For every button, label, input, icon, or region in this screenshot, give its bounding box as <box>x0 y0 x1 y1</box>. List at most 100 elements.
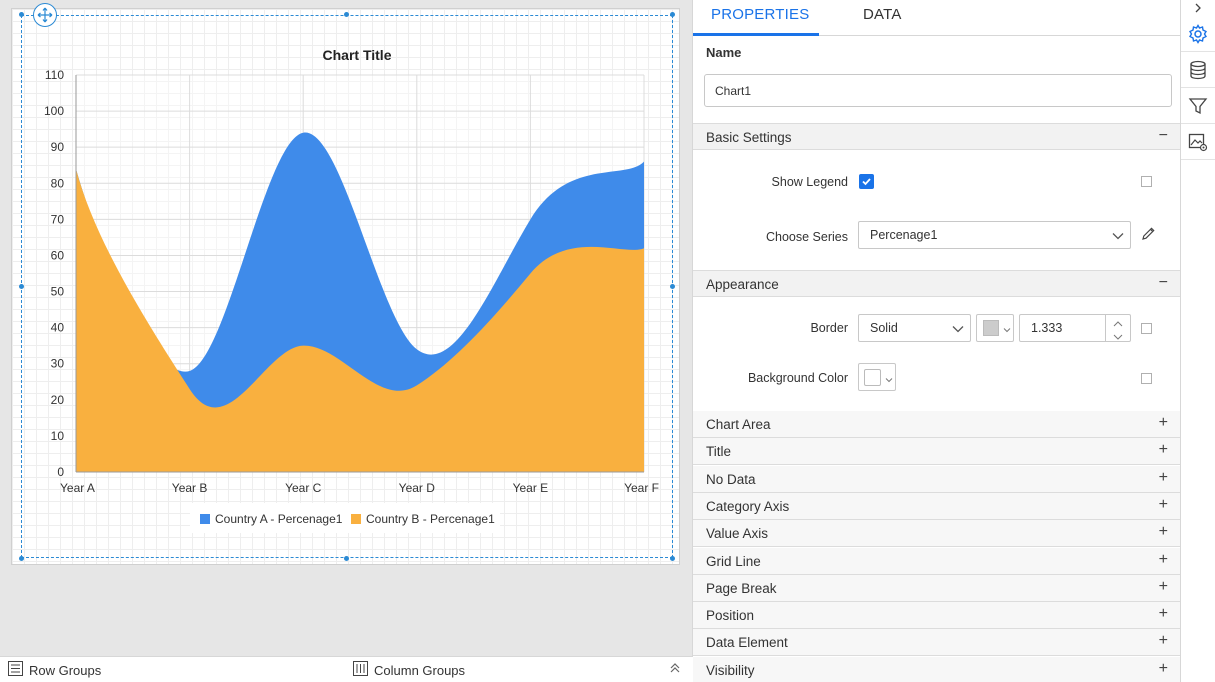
resize-handle-s[interactable] <box>344 556 349 561</box>
y-tick-label: 60 <box>51 248 65 262</box>
section-label: Position <box>706 608 755 624</box>
database-icon[interactable] <box>1181 52 1215 88</box>
expand-icon[interactable]: + <box>1159 551 1168 569</box>
x-tick-label: Year F <box>624 481 659 495</box>
section-label: Category Axis <box>706 498 790 514</box>
section-label: Value Axis <box>706 526 769 542</box>
edit-series-pencil-icon[interactable] <box>1141 226 1156 244</box>
expand-icon[interactable]: + <box>1159 496 1168 514</box>
border-reset-checkbox[interactable] <box>1141 323 1152 334</box>
expand-icon[interactable]: + <box>1159 523 1168 541</box>
image-settings-icon[interactable] <box>1181 124 1215 160</box>
y-tick-label: 20 <box>51 393 65 407</box>
x-tick-label: Year E <box>513 481 549 495</box>
column-groups-button[interactable]: Column Groups <box>353 661 465 679</box>
chevron-down-icon[interactable] <box>1113 330 1123 344</box>
section-label: Data Element <box>706 635 788 651</box>
legend-label: Country B - Percenage1 <box>366 512 495 526</box>
border-width-value: 1.333 <box>1031 321 1063 335</box>
chevron-down-icon <box>1003 323 1011 337</box>
section-category-axis[interactable]: Category Axis + <box>693 492 1180 520</box>
gear-icon[interactable] <box>1181 16 1215 52</box>
row-groups-button[interactable]: Row Groups <box>8 661 101 679</box>
name-input[interactable] <box>704 74 1172 107</box>
panel-tabs: PROPERTIES DATA <box>693 0 1180 36</box>
column-groups-label: Column Groups <box>374 662 466 678</box>
section-label: No Data <box>706 471 756 487</box>
expand-icon[interactable]: + <box>1159 632 1168 650</box>
resize-handle-se[interactable] <box>670 556 675 561</box>
choose-series-dropdown[interactable]: Percenage1 <box>858 221 1131 249</box>
icon-rail <box>1181 0 1215 682</box>
choose-series-value: Percenage1 <box>870 228 938 242</box>
y-tick-label: 110 <box>45 68 64 82</box>
background-color-swatch <box>864 369 881 386</box>
section-data-element[interactable]: Data Element + <box>693 629 1180 657</box>
stepper-buttons <box>1105 315 1130 341</box>
section-label: Title <box>706 444 732 460</box>
chart[interactable]: Chart Title 0 10 20 30 40 50 60 70 80 90 100 110 Yea… <box>22 16 672 556</box>
section-grid-line[interactable]: Grid Line + <box>693 547 1180 575</box>
section-label: Chart Area <box>706 417 771 432</box>
expand-icon[interactable]: + <box>1159 441 1168 459</box>
expand-icon[interactable]: + <box>1159 469 1168 487</box>
x-tick-label: Year D <box>399 481 436 495</box>
chart-legend: Country A - Percenage1 Country B - Percen… <box>190 503 500 533</box>
chevron-up-icon[interactable] <box>1113 317 1123 331</box>
row-groups-icon <box>8 661 23 679</box>
x-tick-label: Year B <box>172 481 208 495</box>
legend-swatch <box>351 514 361 524</box>
y-tick-label: 30 <box>51 357 65 371</box>
background-color-picker[interactable] <box>858 363 896 391</box>
border-color-picker[interactable] <box>976 314 1014 342</box>
expand-icon[interactable]: + <box>1159 578 1168 596</box>
expand-icon[interactable]: + <box>1159 660 1168 678</box>
section-no-data[interactable]: No Data + <box>693 465 1180 493</box>
section-basic-settings[interactable]: Basic Settings − <box>693 123 1180 150</box>
expand-icon[interactable]: + <box>1159 414 1168 432</box>
y-tick-label: 80 <box>51 176 65 190</box>
y-tick-label: 70 <box>51 212 65 226</box>
section-title[interactable]: Title + <box>693 438 1180 466</box>
y-tick-label: 90 <box>51 140 65 154</box>
y-tick-label: 50 <box>51 285 65 299</box>
legend-swatch <box>200 514 210 524</box>
column-groups-icon <box>353 661 368 679</box>
collapse-icon[interactable]: − <box>1159 274 1168 292</box>
section-value-axis[interactable]: Value Axis + <box>693 520 1180 548</box>
border-width-stepper[interactable]: 1.333 <box>1019 314 1131 342</box>
double-chevron-up-icon[interactable] <box>669 661 681 678</box>
show-legend-label: Show Legend <box>771 175 848 189</box>
name-label: Name <box>706 45 742 60</box>
filter-icon[interactable] <box>1181 88 1215 124</box>
section-label: Appearance <box>706 277 779 292</box>
resize-handle-sw[interactable] <box>19 556 24 561</box>
show-legend-checkbox[interactable] <box>859 174 874 189</box>
section-label: Visibility <box>706 662 755 678</box>
section-label: Grid Line <box>706 553 761 569</box>
tab-properties[interactable]: PROPERTIES <box>711 6 809 23</box>
section-position[interactable]: Position + <box>693 602 1180 630</box>
background-color-reset-checkbox[interactable] <box>1141 373 1152 384</box>
border-style-value: Solid <box>870 321 898 335</box>
y-tick-label: 0 <box>57 465 64 479</box>
section-appearance[interactable]: Appearance − <box>693 270 1180 297</box>
expand-icon[interactable]: + <box>1159 605 1168 623</box>
bottom-bar: Row Groups Column Groups <box>0 656 693 682</box>
row-groups-label: Row Groups <box>29 662 102 678</box>
section-label: Basic Settings <box>706 130 792 145</box>
section-chart-area[interactable]: Chart Area + <box>693 411 1180 438</box>
section-visibility[interactable]: Visibility + <box>693 656 1180 682</box>
section-label: Page Break <box>706 580 777 596</box>
chevron-right-icon[interactable] <box>1181 0 1215 16</box>
border-style-dropdown[interactable]: Solid <box>858 314 971 342</box>
collapse-icon[interactable]: − <box>1159 127 1168 145</box>
y-tick-label: 10 <box>51 429 65 443</box>
tab-data[interactable]: DATA <box>863 6 902 23</box>
chart-title: Chart Title <box>323 47 392 63</box>
show-legend-reset-checkbox[interactable] <box>1141 176 1152 187</box>
section-page-break[interactable]: Page Break + <box>693 574 1180 602</box>
choose-series-label: Choose Series <box>766 230 848 244</box>
y-tick-label: 100 <box>44 104 64 118</box>
chevron-down-icon <box>885 373 893 387</box>
